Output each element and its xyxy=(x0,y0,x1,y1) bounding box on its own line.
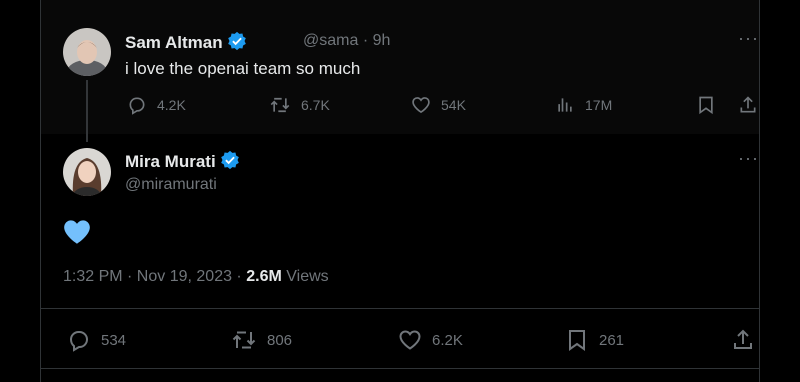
reply-icon xyxy=(129,97,145,115)
share-icon xyxy=(740,96,756,113)
bookmark-icon xyxy=(699,96,713,115)
bookmark-button[interactable]: 261 xyxy=(565,328,624,352)
like-count: 54K xyxy=(441,97,466,113)
like-button[interactable]: 6.2K xyxy=(398,328,463,352)
timeline-column: Sam Altman @sama · 9h ··· i love the ope… xyxy=(40,0,760,382)
divider xyxy=(41,308,759,309)
views-button[interactable]: 17M xyxy=(555,95,612,115)
tweet-timestamp[interactable]: 1:32 PM · Nov 19, 2023 · xyxy=(63,268,242,285)
share-button[interactable] xyxy=(731,328,755,352)
author-name[interactable]: Sam Altman xyxy=(125,31,247,56)
avatar-sam-altman[interactable] xyxy=(63,28,111,76)
views-count: 2.6M xyxy=(246,268,282,285)
heart-icon xyxy=(399,330,421,350)
parent-tweet[interactable]: Sam Altman @sama · 9h ··· i love the ope… xyxy=(41,0,759,142)
thread-connector xyxy=(86,80,88,142)
bookmark-button[interactable] xyxy=(696,95,716,115)
avatar-mira-murati[interactable] xyxy=(63,148,111,196)
author-name[interactable]: Mira Murati xyxy=(125,150,240,175)
like-button[interactable]: 54K xyxy=(411,95,466,115)
more-options-icon[interactable]: ··· xyxy=(738,28,759,49)
verified-badge-icon xyxy=(227,31,247,56)
reply-button[interactable]: 4.2K xyxy=(127,95,186,115)
like-count: 6.2K xyxy=(432,331,463,349)
tweet-time[interactable]: 9h xyxy=(373,32,391,49)
repost-button[interactable]: 6.7K xyxy=(269,95,330,115)
reply-button[interactable]: 534 xyxy=(67,328,126,352)
view-count: 17M xyxy=(585,97,613,113)
repost-icon xyxy=(232,331,256,349)
share-button[interactable] xyxy=(738,95,758,115)
views-icon xyxy=(558,98,572,112)
tweet-timestamp-row: 1:32 PM · Nov 19, 2023 · 2.6M Views xyxy=(63,268,329,286)
author-handle[interactable]: @miramurati xyxy=(125,176,217,194)
verified-badge-icon xyxy=(220,150,240,175)
author-handle[interactable]: @sama xyxy=(303,32,358,49)
author-handle-time: @sama · 9h xyxy=(303,32,391,49)
reply-icon xyxy=(69,331,89,352)
repost-count: 806 xyxy=(267,331,293,349)
divider xyxy=(41,368,759,369)
more-options-icon[interactable]: ··· xyxy=(738,148,759,169)
heart-icon xyxy=(412,97,430,114)
bookmark-icon xyxy=(569,330,585,351)
repost-count: 6.7K xyxy=(301,97,330,113)
reply-count: 4.2K xyxy=(157,97,186,113)
reply-count: 534 xyxy=(101,331,127,349)
repost-button[interactable]: 806 xyxy=(231,328,292,352)
share-icon xyxy=(734,329,752,349)
light-blue-heart-icon xyxy=(63,219,91,250)
bookmark-count: 261 xyxy=(599,331,625,349)
views-label: Views xyxy=(286,268,329,285)
repost-icon xyxy=(270,97,290,113)
tweet-text: i love the openai team so much xyxy=(125,59,361,78)
